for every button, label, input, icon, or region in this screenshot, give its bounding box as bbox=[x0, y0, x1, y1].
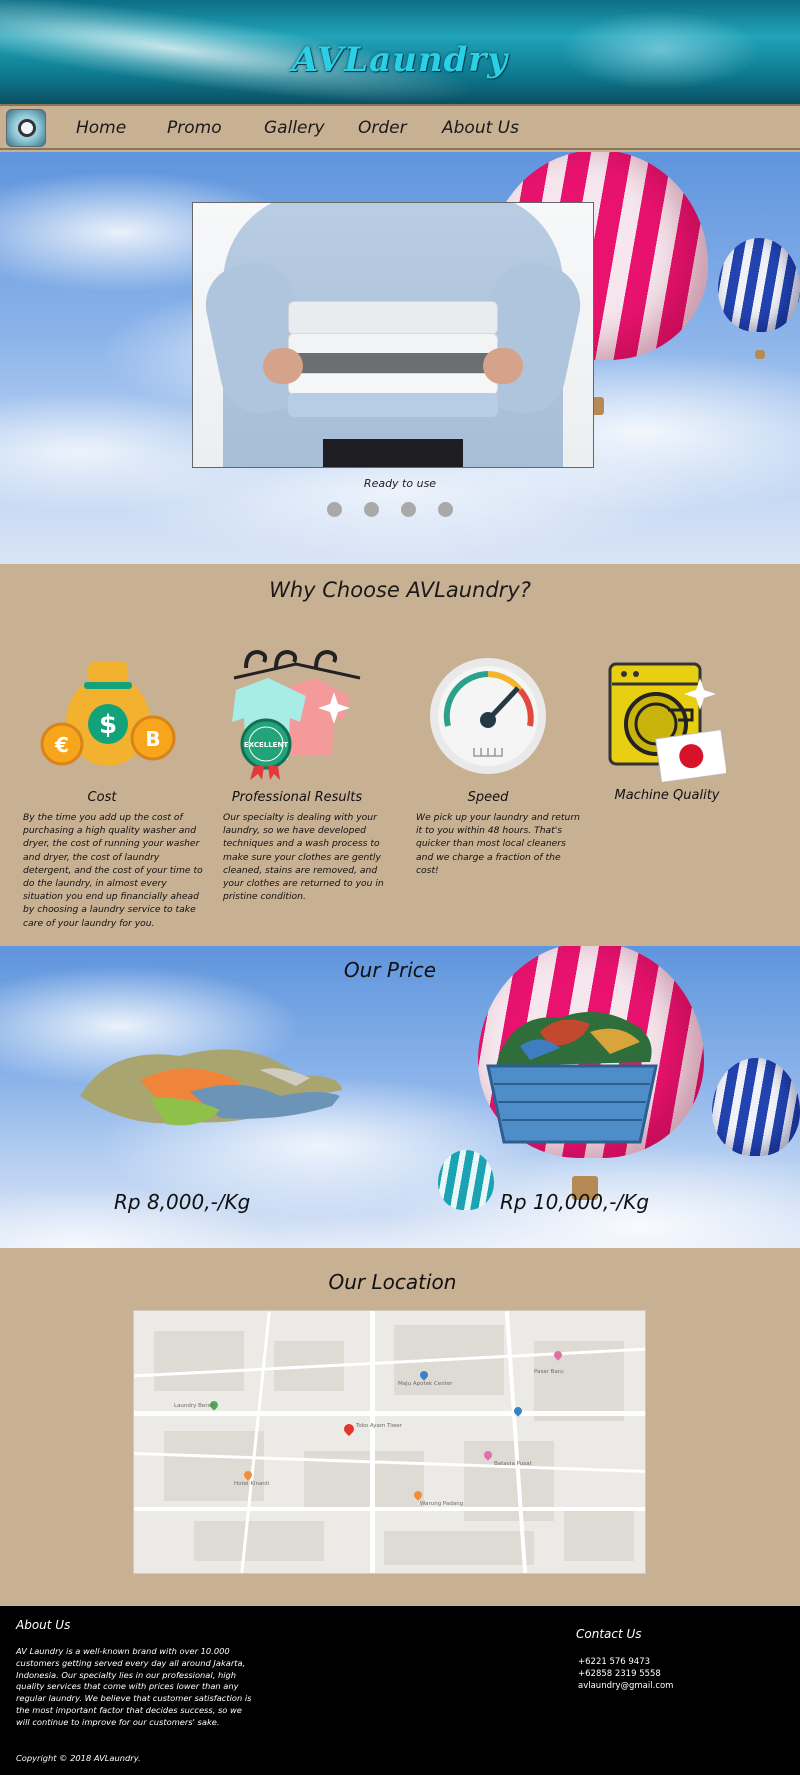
map-label: Maju Apotek Center bbox=[398, 1381, 453, 1387]
slider-dot-3[interactable] bbox=[401, 502, 416, 517]
map-label: Warung Padang bbox=[420, 1501, 464, 1507]
price-section: Our Price Rp 8,000,-/Kg Rp 10,000,-/Kg bbox=[0, 946, 800, 1248]
balloon-basket bbox=[755, 350, 765, 359]
map-label: Laundry Bersih bbox=[174, 1403, 216, 1409]
brand-logo-text: AVLaundry bbox=[291, 40, 509, 80]
price-label-10000: Rp 10,000,-/Kg bbox=[500, 1190, 650, 1214]
nav-order[interactable]: Order bbox=[358, 118, 407, 138]
money-bag-icon: $ € B bbox=[40, 661, 176, 766]
hot-air-balloon-image bbox=[718, 238, 800, 332]
map-label: Toko Ayam Tiwer bbox=[356, 1423, 402, 1429]
laundry-basket-image bbox=[486, 1011, 658, 1144]
feature-text-cost: By the time you add up the cost of purch… bbox=[23, 812, 203, 929]
washing-machine-japan-icon bbox=[608, 662, 726, 782]
slider-dot-4[interactable] bbox=[438, 502, 453, 517]
contact-email[interactable]: avlaundry@gmail.com bbox=[578, 1681, 673, 1691]
price-label-8000: Rp 8,000,-/Kg bbox=[114, 1190, 251, 1214]
copyright-text: Copyright © 2018 AVLaundry. bbox=[16, 1753, 141, 1763]
slide-caption: Ready to use bbox=[363, 477, 437, 490]
slider-dot-2[interactable] bbox=[364, 502, 379, 517]
why-choose-section: Why Choose AVLaundry? $ € B EXCELLENT Co… bbox=[0, 564, 800, 946]
map-label: Batavia Pusat bbox=[494, 1461, 532, 1467]
section-title: Our Location bbox=[328, 1270, 457, 1294]
section-title: Our Price bbox=[343, 958, 437, 982]
svg-text:€: € bbox=[54, 733, 69, 757]
navbar: Home Promo Gallery Order About Us bbox=[0, 104, 800, 150]
feature-text-speed: We pick up your laundry and return it to… bbox=[416, 812, 580, 876]
slide-image[interactable] bbox=[192, 202, 594, 468]
location-section: Our Location Laundry Bersih Toko Ayam Ti… bbox=[0, 1248, 800, 1606]
nav-gallery[interactable]: Gallery bbox=[264, 118, 325, 138]
map-label: Hotel Kinanti bbox=[234, 1481, 270, 1487]
svg-text:$: $ bbox=[99, 710, 117, 740]
nav-home[interactable]: Home bbox=[76, 118, 126, 138]
feature-title-professional-results: Professional Results bbox=[231, 790, 363, 805]
footer-contact-title: Contact Us bbox=[576, 1627, 642, 1641]
svg-text:B: B bbox=[145, 727, 160, 751]
footer-about-title: About Us bbox=[16, 1618, 71, 1632]
section-title: Why Choose AVLaundry? bbox=[269, 578, 531, 602]
header-banner: AVLaundry bbox=[0, 0, 800, 104]
contact-phone-1[interactable]: +6221 576 9473 bbox=[578, 1657, 650, 1667]
nav-promo[interactable]: Promo bbox=[167, 118, 222, 138]
map-label: Pasar Baru bbox=[534, 1369, 564, 1375]
map-marker-icon[interactable] bbox=[341, 1421, 357, 1437]
hero-slider-section: Ready to use bbox=[0, 152, 800, 564]
location-map[interactable]: Laundry Bersih Toko Ayam Tiwer Maju Apot… bbox=[133, 1310, 646, 1574]
feature-text-professional-results: Our specialty is dealing with your laund… bbox=[223, 812, 384, 903]
nav-about-us[interactable]: About Us bbox=[442, 118, 519, 138]
feature-title-machine-quality: Machine Quality bbox=[614, 788, 720, 803]
slider-dot-1[interactable] bbox=[327, 502, 342, 517]
washing-machine-logo-icon[interactable] bbox=[6, 109, 46, 147]
laundry-clothes-pile-image bbox=[80, 1049, 342, 1126]
feature-title-cost: Cost bbox=[87, 790, 117, 805]
excellent-shirt-icon: EXCELLENT bbox=[232, 649, 361, 780]
feature-title-speed: Speed bbox=[467, 790, 509, 805]
hot-air-balloon-image bbox=[438, 1150, 494, 1210]
contact-phone-2[interactable]: +62858 2319 5558 bbox=[578, 1669, 661, 1679]
excellent-badge-text: EXCELLENT bbox=[244, 741, 288, 749]
hot-air-balloon-image bbox=[712, 1058, 800, 1156]
footer-about-text: AV Laundry is a well-known brand with ov… bbox=[16, 1646, 252, 1727]
footer: About Us AV Laundry is a well-known bran… bbox=[0, 1606, 800, 1775]
speedometer-icon bbox=[430, 658, 546, 774]
